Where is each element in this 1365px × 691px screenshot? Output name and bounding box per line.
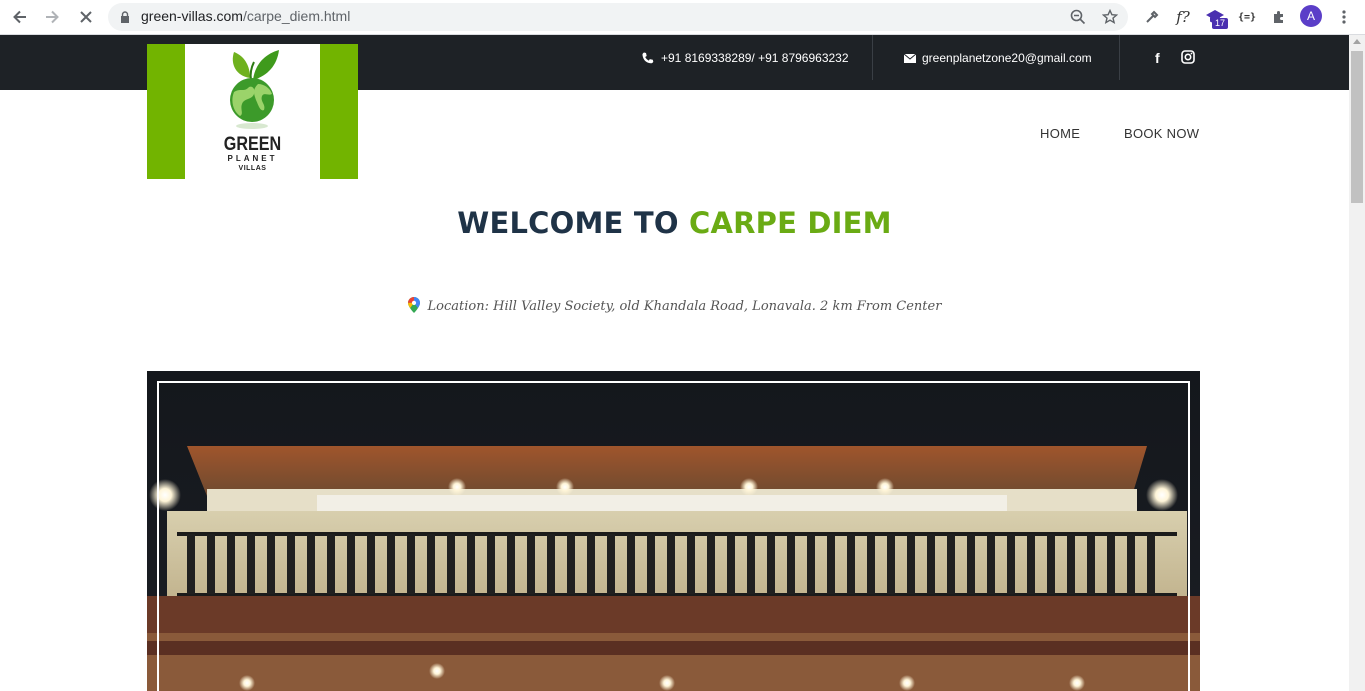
phone-text: +91 8169338289/ +91 8796963232 <box>661 51 849 65</box>
title-villa-name: CARPE DIEM <box>688 206 892 240</box>
map-pin-icon <box>407 297 420 313</box>
divider <box>1119 35 1120 80</box>
profile-avatar[interactable]: A <box>1300 5 1322 27</box>
location-text: Location: Hill Valley Society, old Khand… <box>427 299 942 314</box>
zoom-icon[interactable] <box>1068 7 1088 27</box>
page-title: WELCOME TO CARPE DIEM <box>0 206 1349 240</box>
page-scrollbar[interactable] <box>1349 35 1365 691</box>
instagram-icon[interactable] <box>1181 50 1195 67</box>
scroll-up-icon[interactable] <box>1353 39 1361 44</box>
forward-icon[interactable] <box>40 6 64 28</box>
puzzle-extensions-icon[interactable] <box>1268 6 1290 28</box>
eyedropper-extension-icon[interactable] <box>1141 6 1163 28</box>
logo-text-green: GREEN <box>223 134 282 155</box>
nav-home[interactable]: HOME <box>1040 126 1080 141</box>
villa-hero-image <box>147 371 1200 691</box>
bookmark-star-icon[interactable] <box>1100 7 1120 27</box>
braces-extension-icon[interactable]: {=} <box>1236 6 1258 28</box>
extension-badge: 17 <box>1212 18 1229 29</box>
url-text: green-villas.com/carpe_diem.html <box>141 8 351 24</box>
phone-contact[interactable]: +91 8169338289/ +91 8796963232 <box>641 51 849 65</box>
divider <box>872 35 873 80</box>
logo-panel: GREEN PLANET VILLAS <box>185 44 320 179</box>
stop-loading-icon[interactable] <box>74 6 98 28</box>
image-frame <box>157 381 1190 691</box>
back-icon[interactable] <box>8 6 32 28</box>
location-line: Location: Hill Valley Society, old Khand… <box>0 297 1349 314</box>
menu-kebab-icon[interactable] <box>1333 6 1355 28</box>
title-welcome: WELCOME TO <box>457 206 679 240</box>
facebook-icon[interactable]: f <box>1155 50 1160 66</box>
formula-extension-icon[interactable]: f? <box>1172 6 1194 28</box>
nav-book-now[interactable]: BOOK NOW <box>1124 126 1199 141</box>
email-text: greenplanetzone20@gmail.com <box>922 51 1092 65</box>
globe-leaf-icon <box>230 50 279 129</box>
scrollbar-thumb[interactable] <box>1351 51 1363 203</box>
browser-toolbar: green-villas.com/carpe_diem.html f? 17 {… <box>0 0 1365 35</box>
email-contact[interactable]: greenplanetzone20@gmail.com <box>904 51 1092 65</box>
logo-text-planet: PLANET <box>227 154 278 163</box>
phone-icon <box>642 52 654 64</box>
logo-text-villas: VILLAS <box>238 165 267 172</box>
address-bar[interactable]: green-villas.com/carpe_diem.html <box>108 3 1128 31</box>
site-logo[interactable]: GREEN PLANET VILLAS <box>147 44 358 179</box>
lock-icon <box>121 11 129 23</box>
envelope-icon <box>904 53 916 63</box>
